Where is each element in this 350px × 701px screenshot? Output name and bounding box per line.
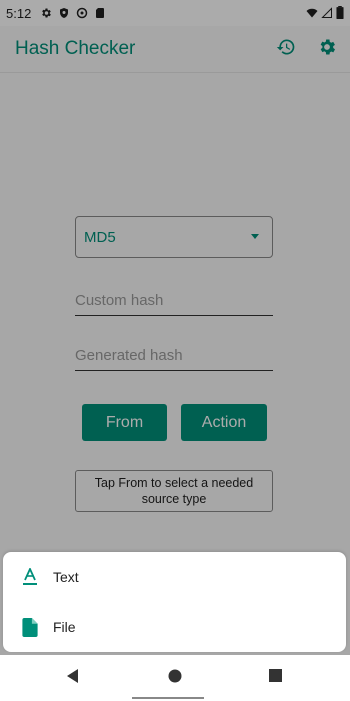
screen: 5:12 Hash Checker MD5 Custom hash Genera…: [0, 0, 350, 701]
navigation-bar: [0, 655, 350, 701]
recents-button[interactable]: [263, 666, 287, 690]
sheet-item-label: File: [53, 619, 76, 635]
back-button[interactable]: [61, 666, 85, 690]
source-type-bottom-sheet: Text File: [3, 552, 346, 652]
recents-icon: [268, 669, 282, 687]
text-format-icon: [20, 567, 40, 587]
file-icon: [20, 617, 40, 637]
sheet-item-label: Text: [53, 569, 79, 585]
back-icon: [66, 668, 80, 688]
sheet-item-file[interactable]: File: [3, 602, 346, 652]
sheet-item-text[interactable]: Text: [3, 552, 346, 602]
home-icon: [168, 669, 182, 688]
home-button[interactable]: [163, 666, 187, 690]
gesture-handle: [132, 697, 204, 699]
